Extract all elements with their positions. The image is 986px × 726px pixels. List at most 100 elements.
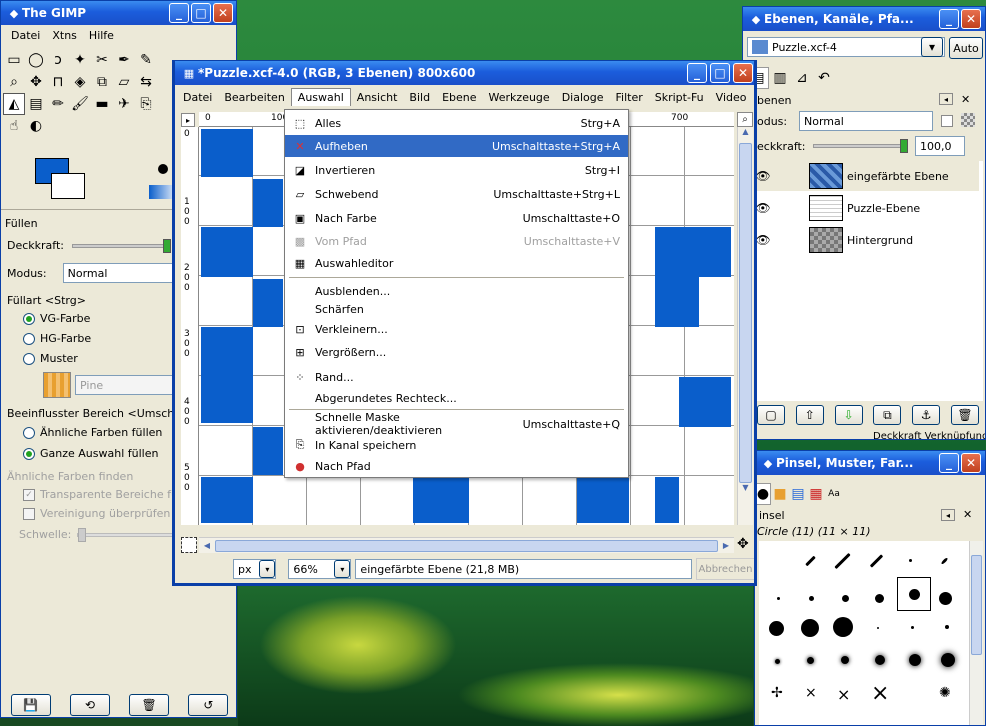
navigate-icon[interactable]: ⌕ — [737, 112, 753, 127]
menu-auswahl[interactable]: Auswahl — [290, 88, 351, 106]
brush-item[interactable] — [940, 557, 949, 565]
brushes-scrollbar[interactable] — [969, 541, 983, 725]
menu-datei[interactable]: Datei — [5, 27, 46, 44]
brush-item[interactable] — [877, 627, 879, 629]
paths-tab-icon[interactable]: ⊿ — [791, 67, 813, 89]
brush-item[interactable]: × — [837, 685, 850, 704]
close-icon[interactable]: ✕ — [733, 63, 753, 83]
menu-bearbeiten[interactable]: Bearbeiten — [218, 89, 290, 106]
gradients-tab-icon[interactable]: ▤ — [789, 483, 807, 505]
whole-selection-radio[interactable] — [23, 447, 35, 460]
channels-tab-icon[interactable]: ▥ — [769, 67, 791, 89]
menu-werkzeuge[interactable]: Werkzeuge — [483, 89, 556, 106]
menu-item-alles[interactable]: ⬚ Alles Strg+A — [285, 112, 628, 134]
duplicate-layer-icon[interactable]: ⧉ — [873, 405, 902, 425]
move-tool-icon[interactable]: ✥ — [25, 71, 47, 93]
mode-select[interactable]: Normal — [62, 263, 173, 283]
image-select[interactable]: Puzzle.xcf-4 — [747, 37, 945, 57]
fg-fill-radio[interactable] — [23, 312, 35, 325]
move-navigate-icon[interactable]: ✥ — [737, 536, 749, 552]
maximize-icon[interactable]: □ — [710, 63, 730, 83]
delete-layer-icon[interactable]: 🗑 — [950, 405, 979, 425]
bg-color-swatch[interactable] — [51, 173, 85, 199]
patterns-tab-icon[interactable]: ■ — [771, 483, 789, 505]
scroll-down-icon[interactable]: ▼ — [738, 483, 753, 499]
scroll-up-icon[interactable]: ▲ — [738, 127, 753, 143]
brush-tool-icon[interactable]: 🖌 — [69, 93, 91, 115]
menu-item-auswahleditor[interactable]: ▦ Auswahleditor — [285, 252, 628, 274]
pattern-name-field[interactable]: Pine — [75, 375, 175, 395]
layer-opacity-slider[interactable] — [813, 139, 908, 153]
image-select-dropdown-icon[interactable]: ▾ — [921, 37, 943, 57]
tab-close-icon[interactable]: ✕ — [961, 93, 970, 106]
menu-item-vom-pfad[interactable]: ▩ Vom Pfad Umschalttaste+V — [285, 230, 628, 252]
brush-item[interactable] — [833, 617, 853, 637]
lower-layer-icon[interactable]: ⇩ — [834, 405, 863, 425]
brush-item[interactable] — [939, 592, 952, 605]
opacity-slider[interactable] — [72, 238, 171, 253]
maximize-icon[interactable]: □ — [191, 3, 211, 23]
unit-select[interactable]: px ▾ — [233, 559, 277, 579]
brush-item[interactable]: ✺ — [939, 685, 951, 701]
close-icon[interactable]: ✕ — [213, 3, 233, 23]
scale-tool-icon[interactable]: ⧉ — [91, 71, 113, 93]
canvas-vscrollbar[interactable]: ▲ ▼ — [737, 127, 753, 525]
scroll-right-icon[interactable]: ▶ — [718, 541, 734, 550]
similar-colors-radio[interactable] — [23, 426, 35, 439]
menu-skript-fu[interactable]: Skript-Fu — [649, 89, 710, 106]
pencil-tool-icon[interactable]: ✏ — [47, 93, 69, 115]
menu-bild[interactable]: Bild — [403, 89, 436, 106]
shear-tool-icon[interactable]: ▱ — [113, 71, 135, 93]
menu-item-in-kanal-speichern[interactable]: ⎘ In Kanal speichern — [285, 434, 628, 456]
eraser-tool-icon[interactable]: ▬ — [91, 93, 113, 115]
brush-item[interactable] — [834, 552, 851, 570]
restore-options-icon[interactable]: ⟲ — [69, 694, 110, 716]
menu-ebene[interactable]: Ebene — [436, 89, 482, 106]
brush-item[interactable] — [911, 626, 914, 629]
brush-item[interactable]: × — [871, 681, 889, 706]
brush-item[interactable] — [805, 555, 816, 567]
raise-layer-icon[interactable]: ⇧ — [795, 405, 824, 425]
canvas-hscrollbar[interactable]: ◀ ▶ — [199, 537, 734, 553]
keep-trans-checkbox[interactable] — [941, 115, 953, 127]
undo-tab-icon[interactable]: ↶ — [813, 67, 835, 89]
flip-tool-icon[interactable]: ⇆ — [135, 71, 157, 93]
save-options-icon[interactable]: 💾 — [10, 694, 51, 716]
menu-item-vergrößern[interactable]: ⊞ Vergrößern... — [285, 341, 628, 363]
airbrush-tool-icon[interactable]: ✈ — [113, 93, 135, 115]
menu-filter[interactable]: Filter — [610, 89, 649, 106]
menu-ansicht[interactable]: Ansicht — [351, 89, 404, 106]
toolbox-titlebar[interactable]: ◆ The GIMP _ □ ✕ — [1, 1, 236, 25]
zoom-dropdown-icon[interactable]: ▾ — [334, 560, 351, 578]
lasso-tool-icon[interactable]: ↄ — [47, 49, 69, 71]
tab-menu-icon[interactable]: ◂ — [939, 93, 953, 105]
tab-close-icon[interactable]: ✕ — [963, 508, 972, 521]
brush-item[interactable] — [769, 621, 784, 636]
anchor-layer-icon[interactable]: ⚓ — [912, 405, 941, 425]
minimize-icon[interactable]: _ — [939, 453, 959, 473]
menu-item-invertieren[interactable]: ◪ Invertieren Strg+I — [285, 159, 628, 181]
brush-item[interactable] — [869, 554, 884, 568]
tab-menu-icon[interactable]: ◂ — [941, 509, 955, 521]
brush-item[interactable] — [777, 597, 780, 600]
brushes-tab-icon[interactable]: ● — [755, 483, 771, 505]
smudge-tool-icon[interactable]: ☝ — [3, 115, 25, 137]
close-icon[interactable]: ✕ — [961, 9, 981, 29]
clone-tool-icon[interactable]: ⎘ — [135, 93, 157, 115]
layer-opacity-field[interactable]: 100,0 — [915, 136, 965, 156]
layer-row[interactable]: 👁 Puzzle-Ebene — [751, 193, 979, 223]
brush-item[interactable]: ✢ — [771, 685, 783, 701]
threshold-slider[interactable] — [77, 527, 178, 542]
rotate-tool-icon[interactable]: ◈ — [69, 71, 91, 93]
transparent-checkbox[interactable]: ✓ — [23, 488, 35, 501]
dodge-tool-icon[interactable]: ◐ — [25, 115, 47, 137]
menu-dialoge[interactable]: Dialoge — [556, 89, 610, 106]
menu-item-rand[interactable]: ⁘ Rand... — [285, 366, 628, 388]
merge-checkbox[interactable] — [23, 507, 35, 520]
cancel-button[interactable]: Abbrechen — [695, 558, 754, 580]
brush-item[interactable] — [941, 653, 955, 667]
magnify-tool-icon[interactable]: ⌕ — [3, 71, 25, 93]
brush-item[interactable] — [807, 657, 814, 664]
brush-item[interactable] — [775, 659, 780, 664]
brush-item[interactable] — [801, 619, 819, 637]
